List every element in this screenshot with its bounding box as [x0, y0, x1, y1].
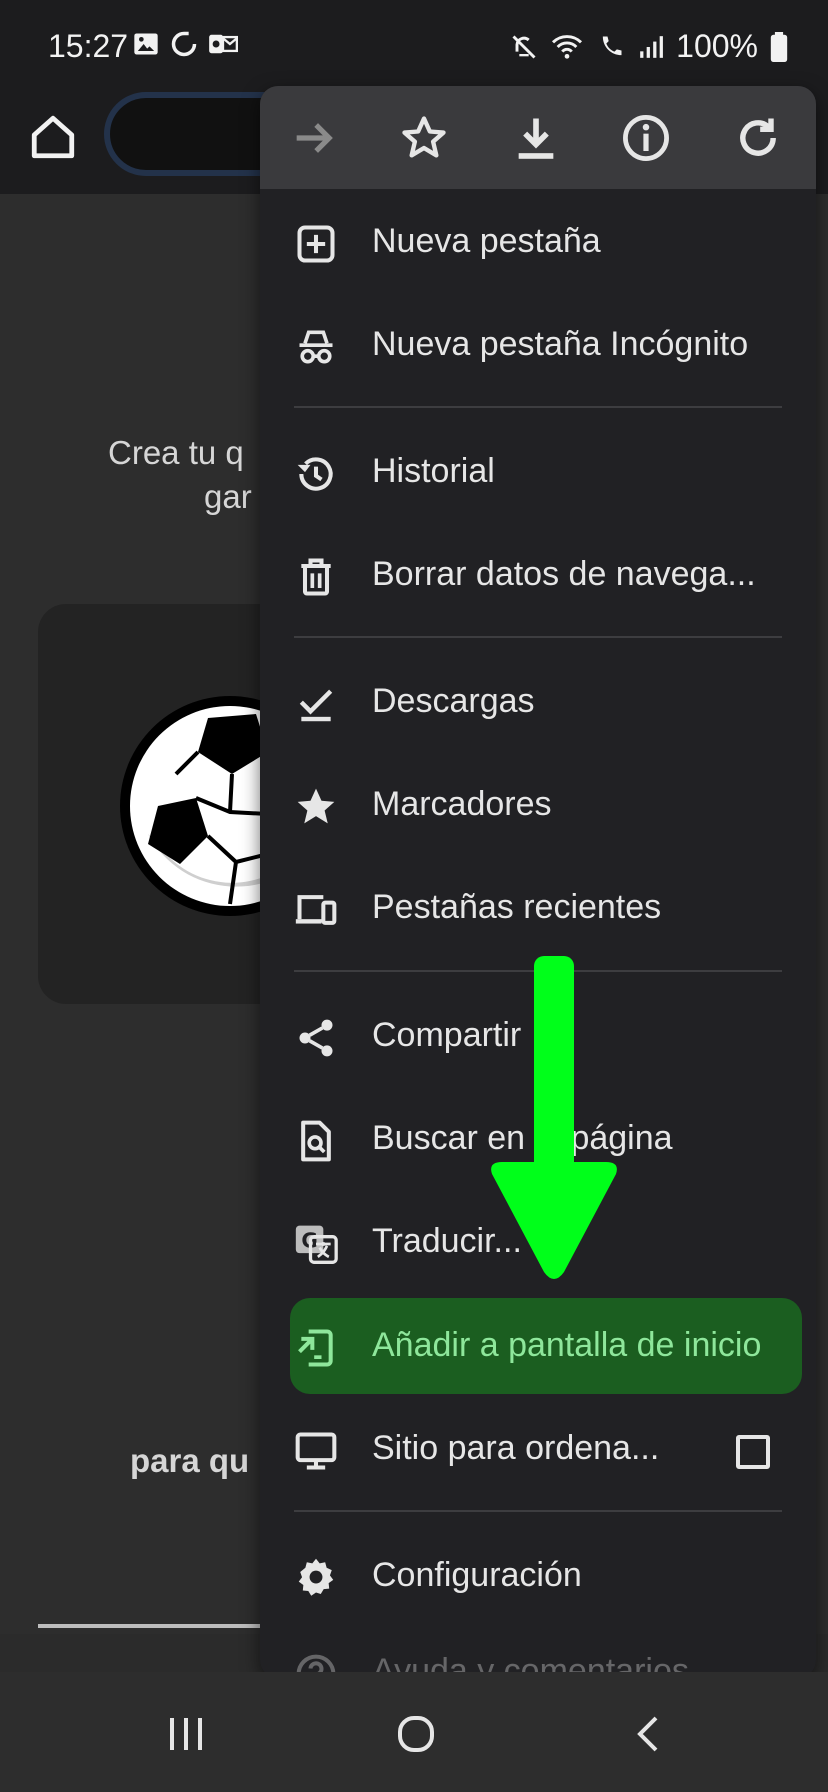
page-bold-text: para qu: [130, 1442, 250, 1479]
menu-item-label: Borrar datos de navega...: [372, 555, 756, 593]
downloads-icon: [299, 689, 333, 722]
menu-item-help[interactable]: Ayuda y comentarios: [260, 1624, 816, 1678]
page-divider: [38, 1624, 298, 1628]
menu-item-add-to-home-screen[interactable]: Añadir a pantalla de inicio: [260, 1298, 816, 1394]
signal-icon: [640, 35, 664, 58]
menu-item-label: Nueva pestaña: [372, 222, 601, 260]
wifi-calling-icon: [602, 36, 622, 55]
menu-action-row: [260, 86, 816, 189]
find-in-page-icon: [301, 1120, 331, 1162]
page-heading-line2: gar: [204, 478, 252, 515]
home-circle-icon[interactable]: [392, 1710, 440, 1758]
gallery-icon: [134, 33, 158, 55]
share-icon: [299, 1019, 333, 1057]
recent-apps-icon[interactable]: [162, 1710, 210, 1758]
page-heading-line1: Crea tu q: [108, 434, 244, 471]
devices-icon: [295, 895, 337, 925]
system-nav-bar: [0, 1672, 828, 1792]
menu-item-label: Sitio para ordena...: [372, 1429, 660, 1467]
mute-icon: [512, 34, 536, 59]
system-icons: 100%: [510, 28, 788, 65]
menu-item-history[interactable]: Historial: [260, 424, 816, 520]
menu-divider: [294, 636, 782, 638]
battery-icon: [770, 31, 788, 62]
desktop-icon: [295, 1432, 337, 1470]
settings-icon: [298, 1558, 334, 1596]
home-icon[interactable]: [28, 112, 78, 162]
star-outline-icon[interactable]: [398, 112, 450, 164]
menu-item-recent-tabs[interactable]: Pestañas recientes: [260, 860, 816, 956]
forward-icon[interactable]: [288, 112, 340, 164]
menu-item-bookmarks[interactable]: Marcadores: [260, 757, 816, 853]
refresh-icon[interactable]: [732, 112, 784, 164]
battery-percent: 100%: [676, 28, 758, 64]
menu-item-new-incognito-tab[interactable]: Nueva pestaña Incógnito: [260, 297, 816, 393]
menu-item-label: Configuración: [372, 1556, 582, 1594]
star-icon: [297, 788, 335, 824]
outlook-icon: [209, 34, 238, 54]
menu-item-label: Añadir a pantalla de inicio: [372, 1326, 762, 1364]
menu-divider: [294, 406, 782, 408]
menu-item-label: Pestañas recientes: [372, 888, 662, 926]
translate-icon: G: [295, 1225, 338, 1264]
download-icon[interactable]: [510, 112, 562, 164]
overflow-menu: Nueva pestaña Nueva pestaña Incógnito Hi…: [260, 86, 816, 1678]
menu-item-settings[interactable]: Configuración: [260, 1528, 816, 1624]
sync-icon: [171, 31, 197, 57]
menu-item-desktop-site[interactable]: Sitio para ordena...: [260, 1401, 816, 1497]
status-bar: 15:27 100%: [0, 0, 828, 92]
notification-icons: [132, 30, 238, 58]
incognito-icon: [299, 330, 333, 364]
green-arrow-annotation: [491, 956, 617, 1279]
info-icon[interactable]: [620, 112, 672, 164]
menu-item-new-tab[interactable]: Nueva pestaña: [260, 194, 816, 290]
menu-item-label: Descargas: [372, 682, 535, 720]
menu-item-label: Historial: [372, 452, 495, 490]
new-tab-icon: [297, 225, 335, 263]
history-icon: [297, 457, 333, 491]
menu-item-clear-browsing-data[interactable]: Borrar datos de navega...: [260, 527, 816, 623]
menu-item-label: Nueva pestaña Incógnito: [372, 325, 749, 363]
menu-divider: [294, 1510, 782, 1512]
menu-item-downloads[interactable]: Descargas: [260, 654, 816, 750]
wifi-icon: [552, 34, 583, 59]
status-time: 15:27: [48, 28, 129, 64]
desktop-site-checkbox[interactable]: [736, 1435, 770, 1469]
menu-item-label: Marcadores: [372, 785, 552, 823]
trash-icon: [301, 558, 331, 596]
add-to-home-icon: [298, 1329, 333, 1367]
back-icon[interactable]: [626, 1710, 674, 1758]
